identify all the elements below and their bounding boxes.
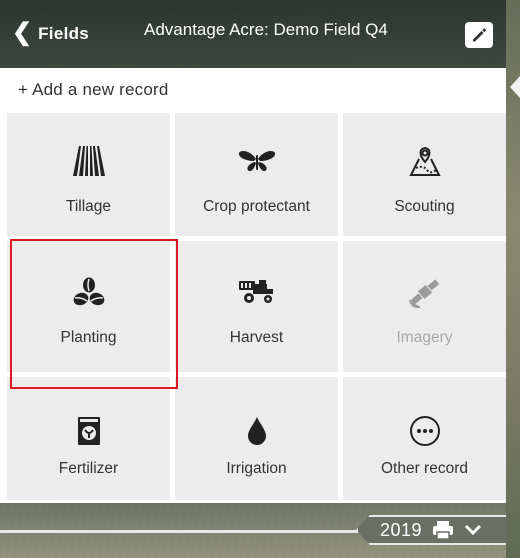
record-panel: + Add a new record Tillage Crop protecta… xyxy=(0,68,506,503)
record-type-grid: Tillage Crop protectant Scouting Plantin… xyxy=(7,113,506,503)
season-year[interactable]: 2019 xyxy=(380,520,422,541)
tile-planting[interactable]: Planting xyxy=(7,241,170,372)
map-pin-icon xyxy=(405,145,445,177)
chevron-down-icon xyxy=(464,524,482,536)
seeds-icon xyxy=(69,276,109,308)
tile-crop-protectant[interactable]: Crop protectant xyxy=(175,113,338,236)
tillage-icon xyxy=(69,145,109,177)
tile-label: Harvest xyxy=(229,329,284,346)
edit-field-button[interactable] xyxy=(465,22,493,48)
tile-irrigation[interactable]: Irrigation xyxy=(175,377,338,500)
season-selector: 2019 xyxy=(356,515,506,545)
fertilizer-bag-icon xyxy=(69,415,109,447)
add-new-record-link[interactable]: + Add a new record xyxy=(18,80,169,100)
ellipsis-circle-icon xyxy=(405,415,445,447)
satellite-icon xyxy=(405,276,445,308)
combine-harvester-icon xyxy=(237,276,277,308)
tile-label: Planting xyxy=(60,329,117,346)
tile-tillage[interactable]: Tillage xyxy=(7,113,170,236)
tile-label: Tillage xyxy=(65,198,112,215)
back-label: Fields xyxy=(38,24,90,43)
tile-label: Irrigation xyxy=(226,460,287,477)
tile-imagery[interactable]: Imagery xyxy=(343,241,506,372)
field-header: ❮ Fields Advantage Acre: Demo Field Q4 xyxy=(0,0,506,68)
expand-seasons-button[interactable] xyxy=(464,523,482,537)
tile-label: Imagery xyxy=(396,329,453,346)
back-to-fields-button[interactable]: ❮ Fields xyxy=(12,17,89,51)
tile-label: Crop protectant xyxy=(203,198,310,215)
tile-label: Fertilizer xyxy=(58,460,119,477)
tile-harvest[interactable]: Harvest xyxy=(175,241,338,372)
tile-scouting[interactable]: Scouting xyxy=(343,113,506,236)
tile-label: Scouting xyxy=(394,198,455,215)
field-title: Advantage Acre: Demo Field Q4 xyxy=(144,20,388,39)
tile-fertilizer[interactable]: Fertilizer xyxy=(7,377,170,500)
timeline-line xyxy=(0,530,380,533)
printer-icon xyxy=(433,521,454,540)
butterfly-icon xyxy=(237,145,277,177)
pencil-icon xyxy=(473,28,487,42)
chevron-left-icon: ❮ xyxy=(12,18,33,46)
tile-other-record[interactable]: Other record xyxy=(343,377,506,500)
water-drop-icon xyxy=(237,415,277,447)
print-button[interactable] xyxy=(432,520,454,540)
tile-label: Other record xyxy=(380,460,468,477)
